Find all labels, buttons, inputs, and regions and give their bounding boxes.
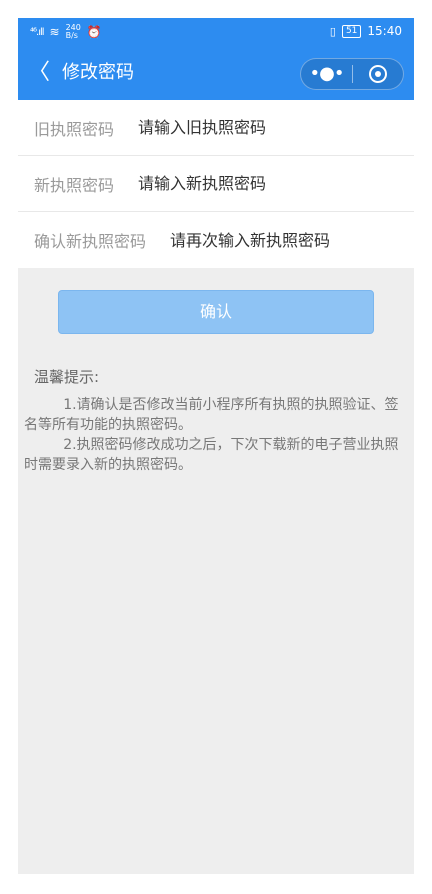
confirm-password-input[interactable]: [170, 230, 414, 250]
network-speed: 240 B/s: [66, 24, 81, 40]
old-password-label: 旧执照密码: [34, 119, 115, 139]
alarm-icon: ⏰: [86, 25, 102, 39]
target-icon: [368, 65, 387, 83]
back-icon[interactable]: 〈: [28, 58, 52, 88]
close-capsule-button[interactable]: [353, 65, 403, 83]
new-password-input[interactable]: [138, 174, 414, 193]
mini-program-capsule: •●•: [300, 58, 404, 90]
tip-item: 2.执照密码修改成功之后，下次下载新的电子营业执照时需要录入新的执照密码。: [24, 437, 399, 473]
wifi-icon: ≋: [49, 25, 60, 39]
status-left: ⁴⁶.ıll ≋ 240 B/s ⏰: [30, 24, 102, 40]
speed-unit: B/s: [65, 31, 78, 40]
confirm-password-label: 确认新执照密码: [34, 232, 147, 251]
header: ⁴⁶.ıll ≋ 240 B/s ⏰ ▯ 51 15:40 〈 修改密码 •●•: [18, 18, 414, 100]
new-password-label: 新执照密码: [34, 175, 115, 195]
more-icon[interactable]: •●•: [301, 59, 352, 89]
tips-title: 温馨提示:: [34, 368, 100, 386]
status-bar: ⁴⁶.ıll ≋ 240 B/s ⏰ ▯ 51 15:40: [18, 18, 414, 46]
battery-icon: 51: [341, 24, 362, 38]
signal-icon: ⁴⁶.ıll: [30, 26, 44, 38]
page-title: 修改密码: [62, 62, 134, 83]
clock-time: 15:40: [367, 24, 402, 38]
tip-item: 1.请确认是否修改当前小程序所有执照的执照验证、签名等所有功能的执照密码。: [24, 397, 399, 433]
tips-section: 温馨提示: 1.请确认是否修改当前小程序所有执照的执照验证、签名等所有功能的执照…: [18, 334, 414, 475]
confirm-password-row: 确认新执照密码: [18, 212, 414, 268]
vibrate-icon: ▯: [329, 24, 336, 38]
button-wrap: 确认: [18, 268, 414, 334]
old-password-row: 旧执照密码: [18, 100, 414, 156]
confirm-button[interactable]: 确认: [58, 290, 374, 334]
password-form: 旧执照密码 新执照密码 确认新执照密码: [18, 100, 414, 268]
old-password-input[interactable]: [138, 118, 414, 137]
phone-screen: ⁴⁶.ıll ≋ 240 B/s ⏰ ▯ 51 15:40 〈 修改密码 •●•: [18, 18, 414, 874]
status-right: ▯ 51 15:40: [330, 24, 402, 38]
new-password-row: 新执照密码: [18, 156, 414, 212]
nav-bar: 〈 修改密码 •●•: [18, 46, 414, 100]
